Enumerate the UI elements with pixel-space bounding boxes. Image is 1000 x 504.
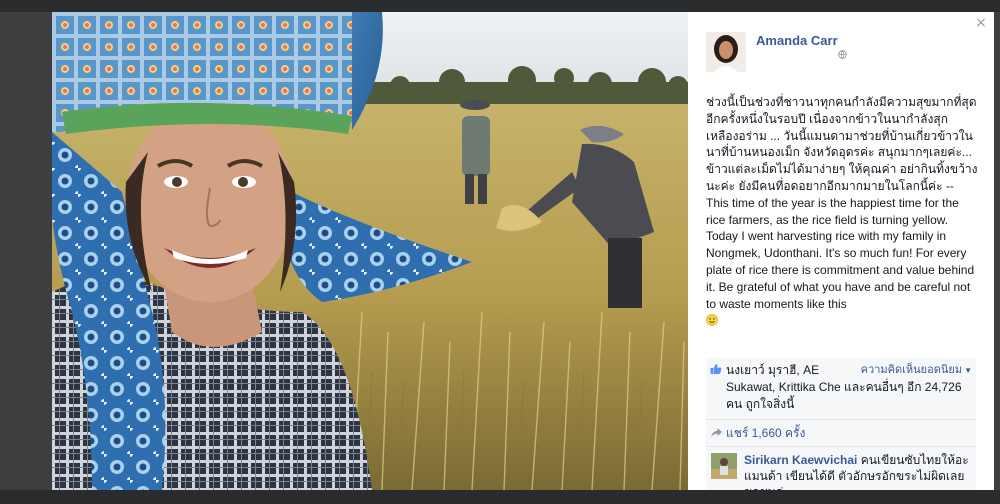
top-comments-dropdown[interactable]: ความคิดเห็นยอดนิยม ▼ <box>861 362 972 379</box>
close-button[interactable]: × <box>974 16 988 30</box>
commenter-avatar[interactable] <box>711 453 737 479</box>
caret-down-icon: ▼ <box>964 366 972 375</box>
likes-line-1[interactable]: นงเยาว์ มุราฮี, AE <box>726 363 819 377</box>
likes-summary: นงเยาว์ มุราฮี, AE Sukawat, Krittika Che… <box>706 358 976 420</box>
smile-icon <box>706 314 718 327</box>
shares-count[interactable]: แชร์ 1,660 ครั้ง <box>712 424 970 442</box>
woman-face <box>126 102 294 302</box>
backdrop-top <box>0 0 1000 12</box>
author-name-link[interactable]: Amanda Carr <box>756 33 838 48</box>
engagement-box: นงเยาว์ มุราฮี, AE Sukawat, Krittika Che… <box>706 358 976 490</box>
share-icon <box>711 428 722 437</box>
caption-english: This time of the year is the happiest ti… <box>706 195 975 311</box>
post-photo[interactable] <box>52 12 688 490</box>
commenter-name[interactable]: Sirikarn Kaewvichai <box>744 453 857 467</box>
caption-thai: ช่วงนี้เป็นช่วงที่ชาวนาทุกคนกำลังมีความส… <box>706 95 978 193</box>
backdrop-right <box>994 12 1000 504</box>
backdrop-bottom <box>0 490 1000 504</box>
post-caption: ช่วงนี้เป็นช่วงที่ชาวนาทุกคนกำลังมีความส… <box>706 94 978 329</box>
author-avatar[interactable] <box>706 32 746 72</box>
likes-line-2[interactable]: Sukawat, Krittika Che และคนอื่นๆ อีก 24,… <box>726 379 970 413</box>
post-detail-panel: × Amanda Carr ช่วงนี้เป็นช่วงที่ชาวนาทุก… <box>688 12 994 490</box>
thumbs-up-icon <box>710 364 722 374</box>
shares-summary[interactable]: แชร์ 1,660 ครั้ง <box>706 420 976 447</box>
top-comments-label[interactable]: ความคิดเห็นยอดนิยม <box>861 364 962 376</box>
rice-field-photo <box>52 12 688 490</box>
globe-icon <box>838 50 847 59</box>
comment-item: Sirikarn Kaewvichai คนเขียนซับไทยให้อะแม… <box>706 447 976 490</box>
backdrop-left <box>0 12 52 504</box>
